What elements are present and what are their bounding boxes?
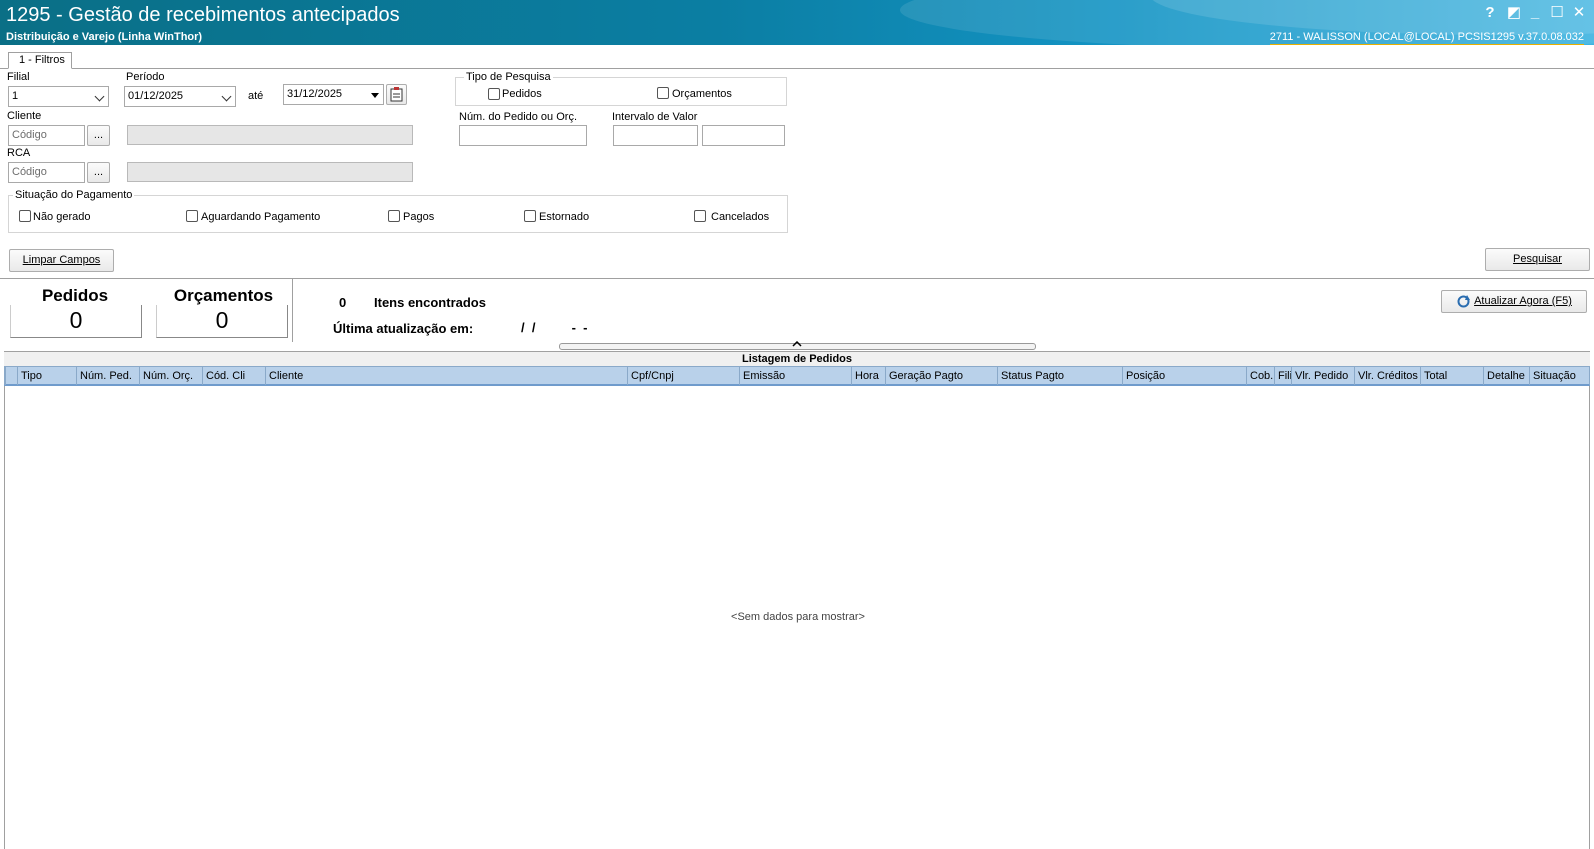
- col-header-total[interactable]: Total: [1420, 367, 1483, 385]
- intervalo-max-input[interactable]: [702, 125, 785, 146]
- col-header-num-orc[interactable]: Núm. Orç.: [139, 367, 202, 385]
- grid-body[interactable]: <Sem dados para mostrar>: [4, 386, 1590, 849]
- situacao-cancelados-checkbox[interactable]: [694, 210, 706, 222]
- situacao-nao-gerado-checkbox[interactable]: [19, 210, 31, 222]
- col-header-hora[interactable]: Hora: [851, 367, 885, 385]
- cliente-placeholder: Código: [12, 129, 47, 141]
- window-subtitle: Distribuição e Varejo (Linha WinThor): [6, 31, 203, 43]
- rca-name-field: [127, 162, 413, 182]
- col-header-cliente[interactable]: Cliente: [265, 367, 627, 385]
- cliente-name-field: [127, 125, 413, 145]
- situacao-pagos-label: Pagos: [403, 211, 435, 223]
- orcamentos-title: Orçamentos: [173, 286, 274, 305]
- tipo-pedidos-checkbox[interactable]: [488, 88, 500, 100]
- num-pedido-input[interactable]: [459, 125, 587, 146]
- maximize-icon[interactable]: ☐: [1549, 5, 1565, 21]
- rca-search-button[interactable]: ...: [87, 162, 110, 183]
- atualizar-agora-label: Atualizar Agora (F5): [1474, 295, 1572, 307]
- periodo-label: Período: [126, 71, 165, 83]
- rca-code-input[interactable]: Código: [8, 162, 85, 183]
- calendar-icon: [390, 87, 403, 102]
- situacao-estornado-label: Estornado: [539, 211, 590, 223]
- orcamentos-count: 0: [156, 305, 288, 338]
- pedidos-count: 0: [10, 305, 142, 338]
- periodo-start-field[interactable]: 01/12/2025: [124, 86, 236, 107]
- col-header-situacao[interactable]: Situação: [1529, 367, 1589, 385]
- close-icon[interactable]: ✕: [1571, 5, 1587, 21]
- grid-empty-message: <Sem dados para mostrar>: [731, 611, 865, 623]
- minimize-icon[interactable]: _: [1527, 5, 1543, 21]
- periodo-end-value: 31/12/2025: [287, 88, 343, 100]
- periodo-end-dropdown[interactable]: [367, 85, 383, 105]
- restore-layout-icon[interactable]: ◩: [1506, 5, 1522, 21]
- col-header-tipo[interactable]: Tipo: [17, 367, 76, 385]
- ultima-atualizacao-value: / / - -: [521, 320, 588, 335]
- chevron-down-icon: [94, 91, 105, 102]
- user-info: 2711 - WALISSON (LOCAL@LOCAL) PCSIS1295 …: [1269, 31, 1584, 45]
- limpar-campos-button[interactable]: Limpar Campos: [9, 249, 114, 272]
- chevron-up-icon: [792, 341, 802, 347]
- col-header-vlr-pedido[interactable]: Vlr. Pedido: [1291, 367, 1354, 385]
- filial-label: Filial: [7, 71, 30, 83]
- col-header-num-ped[interactable]: Núm. Ped.: [76, 367, 139, 385]
- col-header-filial[interactable]: Filia: [1274, 367, 1291, 385]
- num-pedido-label: Núm. do Pedido ou Orç.: [459, 111, 578, 123]
- tipo-pedidos-label: Pedidos: [502, 88, 542, 100]
- tipo-orcamentos-checkbox[interactable]: [657, 87, 669, 99]
- tab-filtros[interactable]: 1 - Filtros: [8, 52, 72, 69]
- rca-label: RCA: [7, 147, 31, 159]
- intervalo-min-input[interactable]: [613, 125, 698, 146]
- situacao-cancelados-label: Cancelados: [711, 211, 770, 223]
- col-header-emissao[interactable]: Emissão: [739, 367, 851, 385]
- window-title: 1295 - Gestão de recebimentos antecipado…: [6, 4, 400, 26]
- filial-select[interactable]: 1: [8, 86, 109, 107]
- situacao-aguardando-label: Aguardando Pagamento: [201, 211, 321, 223]
- situacao-estornado-checkbox[interactable]: [524, 210, 536, 222]
- pesquisar-button[interactable]: Pesquisar: [1485, 248, 1590, 271]
- situacao-pagos-checkbox[interactable]: [388, 210, 400, 222]
- situacao-nao-gerado-label: Não gerado: [33, 211, 91, 223]
- col-header-geracao-pagto[interactable]: Geração Pagto: [885, 367, 997, 385]
- grid-title: Listagem de Pedidos: [741, 353, 853, 365]
- col-header-cod-cli[interactable]: Cód. Cli: [202, 367, 265, 385]
- pedidos-title: Pedidos: [41, 286, 109, 305]
- title-bar: 1295 - Gestão de recebimentos antecipado…: [0, 0, 1594, 45]
- ultima-atualizacao-label: Última atualização em:: [333, 321, 474, 336]
- tipo-orcamentos-label: Orçamentos: [672, 88, 732, 100]
- help-icon[interactable]: ?: [1482, 5, 1498, 21]
- calendar-button[interactable]: [386, 84, 407, 105]
- col-header-posicao[interactable]: Posição: [1122, 367, 1246, 385]
- col-header-cob[interactable]: Cob.: [1246, 367, 1274, 385]
- cliente-search-button[interactable]: ...: [87, 125, 110, 146]
- col-header-detalhe[interactable]: Detalhe: [1483, 367, 1529, 385]
- chevron-down-icon: [221, 91, 232, 102]
- ate-label: até: [248, 90, 264, 102]
- periodo-start-value: 01/12/2025: [128, 90, 184, 102]
- grid-header: Tipo Núm. Ped. Núm. Orç. Cód. Cli Client…: [4, 366, 1590, 386]
- situacao-pagamento-title: Situação do Pagamento: [13, 189, 135, 201]
- caret-down-icon: [371, 93, 379, 98]
- cliente-label: Cliente: [7, 110, 42, 122]
- intervalo-valor-label: Intervalo de Valor: [612, 111, 698, 123]
- filial-value: 1: [12, 90, 19, 102]
- grid-indicator-col: [5, 367, 17, 385]
- refresh-icon: [1457, 295, 1470, 308]
- itens-label: Itens encontrados: [374, 295, 486, 310]
- tipo-pesquisa-title: Tipo de Pesquisa: [464, 71, 553, 83]
- col-header-cpf-cnpj[interactable]: Cpf/Cnpj: [627, 367, 739, 385]
- col-header-vlr-creditos[interactable]: Vlr. Créditos: [1354, 367, 1420, 385]
- col-header-status-pagto[interactable]: Status Pagto: [997, 367, 1122, 385]
- itens-count: 0: [339, 295, 347, 310]
- situacao-aguardando-checkbox[interactable]: [186, 210, 198, 222]
- cliente-code-input[interactable]: Código: [8, 125, 85, 146]
- rca-placeholder: Código: [12, 166, 47, 178]
- tab-strip: [0, 45, 1594, 69]
- splitter-handle[interactable]: [559, 341, 1036, 350]
- atualizar-agora-button[interactable]: Atualizar Agora (F5): [1441, 290, 1587, 313]
